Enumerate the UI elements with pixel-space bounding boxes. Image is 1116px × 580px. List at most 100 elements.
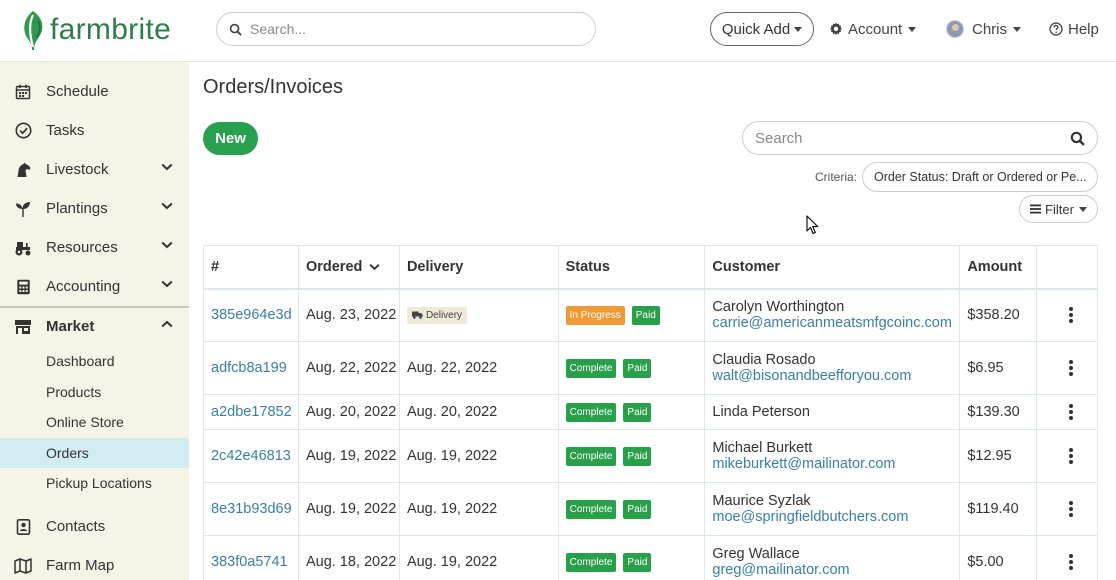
sidebar-item-contacts[interactable]: Contacts [0, 507, 189, 546]
column-header-status[interactable]: Status [557, 245, 706, 290]
sidebar-subitem-pickup-locations[interactable]: Pickup Locations [0, 468, 189, 498]
sidebar-item-plantings[interactable]: Plantings [0, 189, 189, 228]
payment-badge: Paid [623, 446, 652, 466]
brand-name: farmbrite [50, 13, 172, 46]
order-amount: $6.95 [967, 360, 1004, 376]
customer-name: Michael Burkett [712, 440, 813, 456]
row-actions-cell [1036, 288, 1098, 342]
sidebar-subitem-online-store[interactable]: Online Store [0, 407, 189, 437]
order-id-link[interactable]: 8e31b93d69 [211, 501, 292, 517]
table-row[interactable]: adfcb8a199 Aug. 22, 2022 Aug. 22, 2022 C… [203, 341, 1098, 395]
sidebar-item-resources[interactable]: Resources [0, 228, 189, 267]
orders-search-field[interactable] [742, 121, 1098, 155]
more-actions-icon[interactable] [1044, 500, 1097, 518]
account-menu[interactable]: Account [829, 18, 917, 40]
payment-badge: Paid [623, 358, 652, 378]
row-actions-cell [1036, 535, 1098, 580]
order-id-link[interactable]: 385e964e3d [211, 307, 292, 323]
seedling-icon [14, 200, 32, 218]
sidebar-subitem-dashboard[interactable]: Dashboard [0, 346, 189, 376]
status-badge: Complete [565, 446, 617, 466]
customer-email-link[interactable]: carrie@americanmeatsmfgcoinc.com [712, 315, 959, 331]
customer-email-link[interactable]: moe@springfieldbutchers.com [712, 509, 959, 525]
truck-icon [411, 311, 423, 320]
order-id-link[interactable]: 2c42e46813 [211, 448, 291, 464]
sidebar-item-schedule[interactable]: Schedule [0, 72, 189, 111]
page-title: Orders/Invoices [203, 76, 344, 98]
sidebar-item-accounting[interactable]: Accounting [0, 267, 189, 306]
new-order-button[interactable]: New [203, 122, 258, 155]
delivery-date: Aug. 19, 2022 [406, 554, 498, 570]
criteria-label: Criteria: [815, 170, 858, 184]
table-header-row: # Ordered Delivery Status Customer Amoun… [203, 245, 1098, 290]
filter-button[interactable]: Filter [1019, 195, 1098, 223]
sidebar-subitem-label: Dashboard [46, 353, 115, 369]
more-actions-icon[interactable] [1044, 306, 1097, 324]
chevron-down-icon [161, 241, 173, 249]
sidebar-item-market[interactable]: Market [0, 307, 189, 346]
table-row[interactable]: 8e31b93d69 Aug. 19, 2022 Aug. 19, 2022 C… [203, 482, 1098, 536]
sidebar-subitem-label: Orders [46, 445, 89, 461]
table-row[interactable]: 385e964e3d Aug. 23, 2022 Delivery In Pro… [203, 288, 1098, 342]
status-badge: Complete [565, 552, 617, 572]
orders-search-input[interactable] [755, 129, 1055, 147]
caret-down-icon [908, 26, 917, 32]
global-search-field[interactable] [216, 12, 596, 46]
delivery-date: Aug. 19, 2022 [406, 501, 498, 517]
calendar-icon [14, 83, 32, 101]
user-name: Chris [972, 20, 1008, 38]
help-label: Help [1068, 20, 1099, 38]
sidebar-item-livestock[interactable]: Livestock [0, 150, 189, 189]
calculator-icon [14, 278, 32, 296]
global-search-input[interactable] [250, 21, 570, 37]
user-menu[interactable]: Chris [946, 18, 1022, 40]
quick-add-label: Quick Add [721, 20, 791, 38]
table-row[interactable]: 383f0a5741 Aug. 18, 2022 Aug. 19, 2022 C… [203, 535, 1098, 580]
customer-email-link[interactable]: mikeburkett@mailinator.com [712, 456, 959, 472]
customer-email-link[interactable]: walt@bisonandbeefforyou.com [712, 368, 959, 384]
row-actions-cell [1036, 429, 1098, 483]
sidebar-item-label: Tasks [46, 122, 85, 139]
quick-add-button[interactable]: Quick Add [710, 12, 814, 46]
sidebar-item-farm-map[interactable]: Farm Map [0, 546, 189, 580]
order-id-link[interactable]: 383f0a5741 [211, 554, 288, 570]
customer-name: Maurice Syzlak [712, 493, 811, 509]
more-actions-icon[interactable] [1044, 359, 1097, 377]
column-header-delivery[interactable]: Delivery [398, 245, 559, 290]
sidebar-subitem-products[interactable]: Products [0, 377, 189, 407]
account-label: Account [848, 20, 903, 38]
sidebar-subitem-label: Products [46, 384, 102, 400]
order-id-link[interactable]: a2dbe17852 [211, 404, 292, 420]
ordered-date: Aug. 18, 2022 [305, 554, 397, 570]
sidebar-item-tasks[interactable]: Tasks [0, 111, 189, 150]
criteria-filter-pill[interactable]: Order Status: Draft or Ordered or Pe... [862, 162, 1098, 192]
column-header-number[interactable]: # [203, 245, 299, 290]
delivery-date: Aug. 19, 2022 [406, 448, 498, 464]
leaf-logo-icon [24, 11, 43, 50]
order-id-link[interactable]: adfcb8a199 [211, 360, 287, 376]
farmbrite-logo[interactable]: farmbrite [20, 8, 171, 52]
help-link[interactable]: Help [1049, 18, 1099, 40]
more-actions-icon[interactable] [1044, 553, 1097, 571]
table-row[interactable]: a2dbe17852 Aug. 20, 2022 Aug. 20, 2022 C… [203, 394, 1098, 430]
table-row[interactable]: 2c42e46813 Aug. 19, 2022 Aug. 19, 2022 C… [203, 429, 1098, 483]
column-header-label: Ordered [305, 258, 363, 275]
question-circle-icon [1049, 22, 1063, 36]
more-actions-icon[interactable] [1044, 447, 1097, 465]
more-actions-icon[interactable] [1044, 403, 1097, 421]
horse-icon [14, 161, 32, 179]
customer-email-link[interactable]: greg@mailinator.com [712, 562, 959, 578]
ordered-date: Aug. 20, 2022 [305, 404, 397, 420]
status-badge: In Progress [565, 305, 625, 325]
search-icon[interactable] [1070, 131, 1085, 146]
search-icon [229, 23, 242, 36]
user-avatar [946, 20, 964, 38]
chevron-down-icon [161, 163, 173, 171]
delivery-badge-label: Delivery [425, 309, 463, 321]
ordered-date: Aug. 22, 2022 [305, 360, 397, 376]
column-header-customer[interactable]: Customer [704, 245, 961, 290]
delivery-date: Aug. 22, 2022 [406, 360, 498, 376]
column-header-amount[interactable]: Amount [959, 245, 1038, 290]
sidebar-subitem-orders[interactable]: Orders [0, 438, 189, 468]
column-header-ordered[interactable]: Ordered [297, 245, 400, 290]
